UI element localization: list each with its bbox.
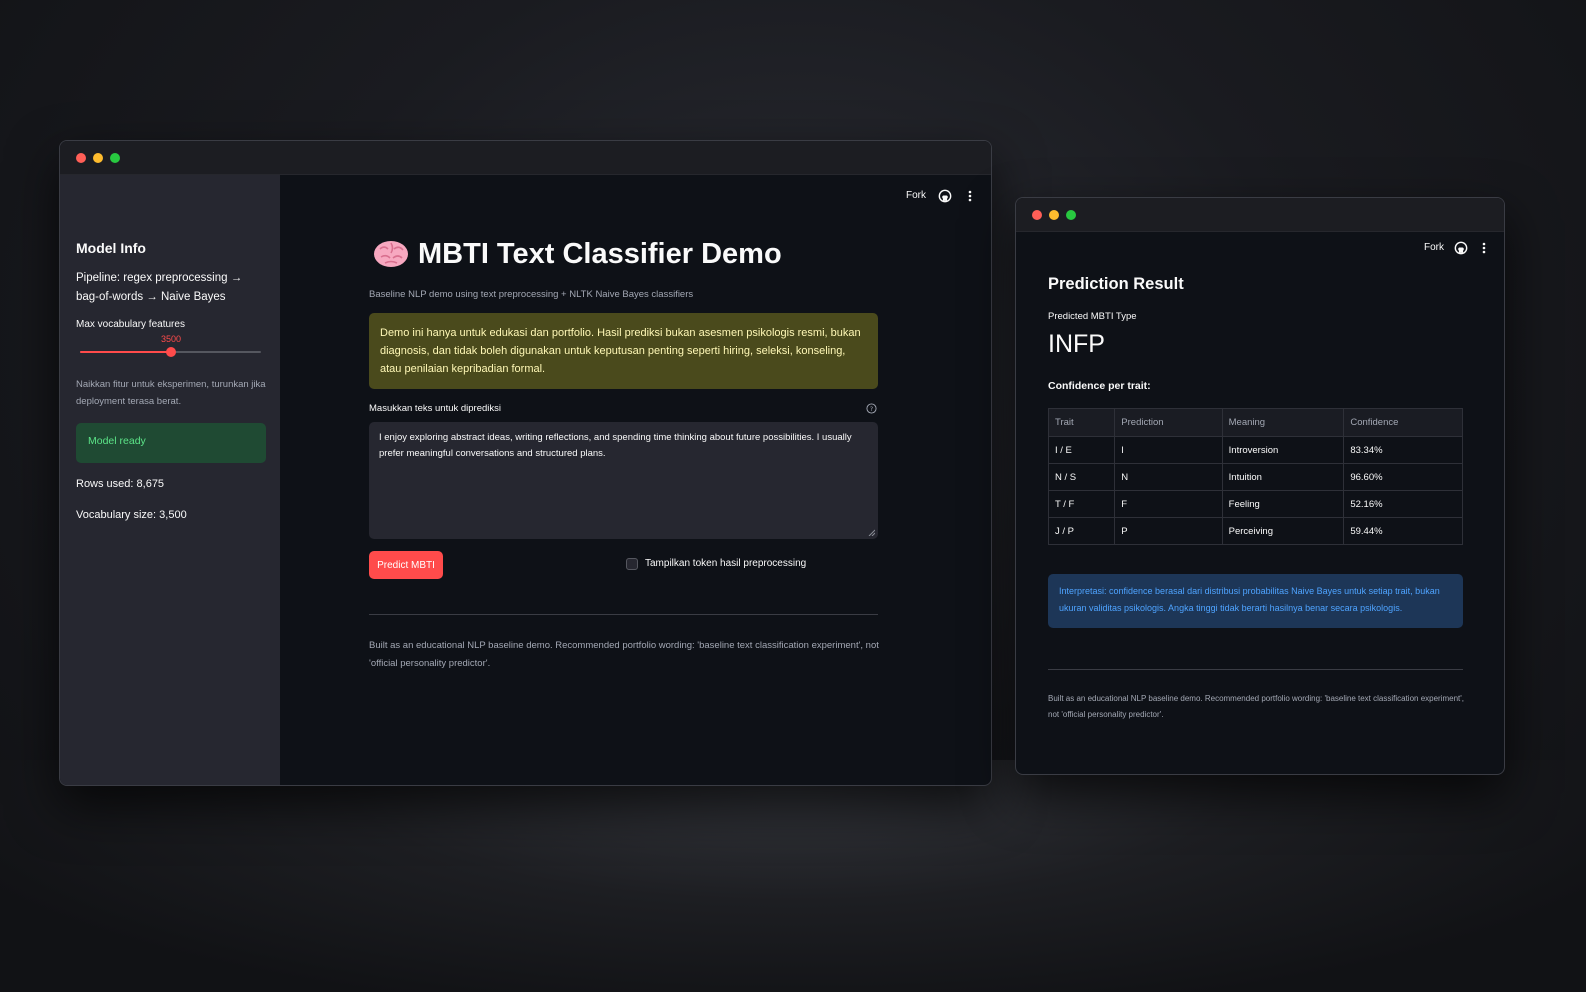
- page-subtitle: Baseline NLP demo using text preprocessi…: [369, 289, 694, 300]
- vocab-slider-fill: [80, 351, 171, 353]
- table-header-row: Trait Prediction Meaning Confidence: [1047, 408, 1463, 437]
- kebab-menu-icon[interactable]: [968, 190, 972, 202]
- table-row: N / S N Intuition 96.60%: [1047, 463, 1463, 491]
- maximize-window-button[interactable]: [1066, 210, 1076, 220]
- vocab-slider-value: 3500: [161, 334, 182, 344]
- svg-text:?: ?: [870, 405, 873, 413]
- disclaimer-warning: Demo ini hanya untuk edukasi dan portfol…: [369, 313, 878, 389]
- close-window-button[interactable]: [1032, 210, 1042, 220]
- prediction-cell: N: [1114, 463, 1223, 491]
- predicted-type-label: Predicted MBTI Type: [1048, 311, 1137, 322]
- table-row: T / F F Feeling 52.16%: [1047, 490, 1463, 518]
- show-tokens-label: Tampilkan token hasil preprocessing: [645, 558, 807, 569]
- vocab-size-stat: Vocabulary size: 3,500: [76, 509, 187, 521]
- trait-cell: N / S: [1047, 463, 1116, 491]
- page-header: MBTI Text Classifier Demo: [372, 237, 782, 271]
- close-window-button[interactable]: [76, 153, 86, 163]
- trait-cell: J / P: [1047, 517, 1116, 545]
- trait-cell: I / E: [1047, 436, 1116, 464]
- brain-icon: [374, 241, 408, 267]
- minimize-window-button[interactable]: [1049, 210, 1059, 220]
- show-tokens-checkbox[interactable]: [626, 558, 638, 570]
- sidebar: Model Info Pipeline: regex preprocessing…: [60, 175, 280, 785]
- table-row: J / P P Perceiving 59.44%: [1047, 517, 1463, 545]
- footer-note: Built as an educational NLP baseline dem…: [369, 640, 879, 669]
- confidence-cell: 83.34%: [1343, 436, 1463, 464]
- result-title: Prediction Result: [1048, 275, 1184, 293]
- trait-cell: T / F: [1047, 490, 1116, 518]
- predict-button[interactable]: Predict MBTI: [369, 551, 443, 579]
- fork-button[interactable]: Fork: [906, 190, 926, 201]
- confidence-label: Confidence per trait:: [1048, 380, 1151, 392]
- pipeline-description: Pipeline: regex preprocessing → bag-of-w…: [76, 272, 243, 303]
- github-icon[interactable]: [1454, 241, 1468, 255]
- result-app-window: Fork Prediction Result Predicted MBTI Ty…: [1015, 197, 1505, 775]
- main-app-window: Model Info Pipeline: regex preprocessing…: [59, 140, 992, 786]
- window-titlebar: [1016, 198, 1504, 232]
- confidence-table: Trait Prediction Meaning Confidence I / …: [1047, 408, 1463, 545]
- prediction-cell: F: [1114, 490, 1223, 518]
- column-header[interactable]: Confidence: [1343, 408, 1463, 437]
- table-row: I / E I Introversion 83.34%: [1047, 436, 1463, 464]
- fork-button[interactable]: Fork: [1424, 242, 1444, 253]
- column-header[interactable]: Meaning: [1221, 408, 1345, 437]
- help-icon[interactable]: ?: [866, 403, 877, 414]
- rows-used-stat: Rows used: 8,675: [76, 478, 165, 490]
- confidence-cell: 59.44%: [1343, 517, 1463, 545]
- vocab-slider-label: Max vocabulary features: [76, 319, 185, 330]
- window-titlebar: [60, 141, 991, 175]
- meaning-cell: Intuition: [1221, 463, 1345, 491]
- column-header[interactable]: Trait: [1047, 408, 1116, 437]
- divider: [369, 614, 878, 615]
- slider-hint: Naikkan fitur untuk eksperimen, turunkan…: [76, 379, 266, 407]
- text-input-label: Masukkan teks untuk diprediksi: [369, 403, 502, 414]
- minimize-window-button[interactable]: [93, 153, 103, 163]
- interpretation-info: Interpretasi: confidence berasal dari di…: [1048, 574, 1463, 628]
- text-input-value: I enjoy exploring abstract ideas, writin…: [379, 432, 852, 459]
- kebab-menu-icon[interactable]: [1482, 242, 1486, 254]
- maximize-window-button[interactable]: [110, 153, 120, 163]
- page-title: MBTI Text Classifier Demo: [418, 237, 782, 270]
- resize-handle-icon[interactable]: [868, 529, 875, 536]
- predicted-type-value: INFP: [1048, 330, 1105, 358]
- prediction-cell: I: [1114, 436, 1223, 464]
- github-icon[interactable]: [938, 189, 952, 203]
- text-input-area[interactable]: I enjoy exploring abstract ideas, writin…: [369, 422, 878, 539]
- column-header[interactable]: Prediction: [1114, 408, 1223, 437]
- confidence-cell: 52.16%: [1343, 490, 1463, 518]
- model-status-badge: Model ready: [76, 423, 266, 463]
- confidence-cell: 96.60%: [1343, 463, 1463, 491]
- meaning-cell: Perceiving: [1221, 517, 1345, 545]
- meaning-cell: Feeling: [1221, 490, 1345, 518]
- sidebar-title: Model Info: [76, 240, 146, 256]
- footer-note: Built as an educational NLP baseline dem…: [1048, 694, 1465, 719]
- meaning-cell: Introversion: [1221, 436, 1345, 464]
- divider: [1048, 669, 1463, 670]
- backdrop-floor: [0, 760, 1586, 992]
- prediction-cell: P: [1114, 517, 1223, 545]
- vocab-slider-thumb[interactable]: [165, 347, 176, 357]
